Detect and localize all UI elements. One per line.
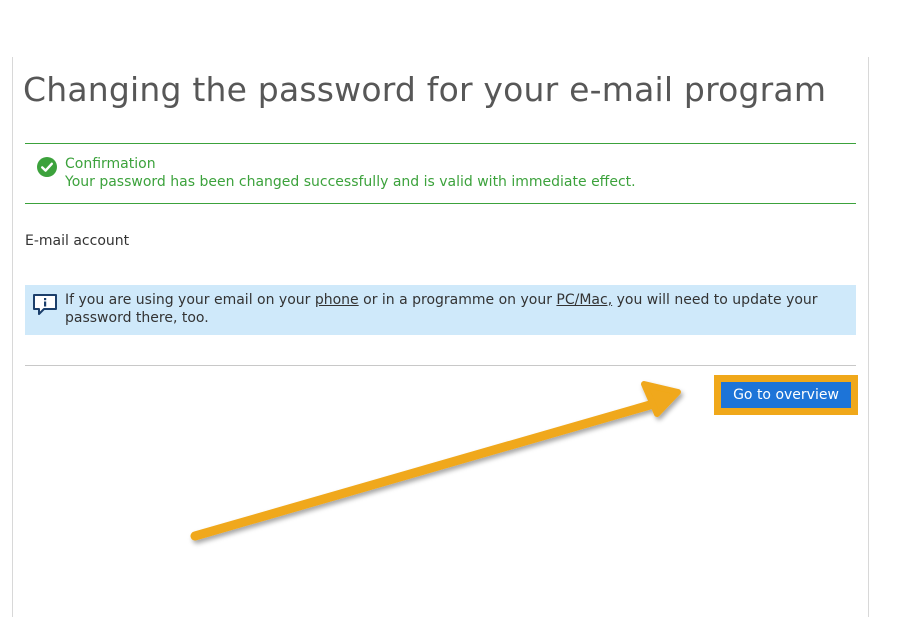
confirmation-title: Confirmation (65, 156, 156, 172)
info-text-middle: or in a programme on your (358, 292, 557, 308)
info-text-before: If you are using your email on your (65, 292, 315, 308)
confirmation-message: Confirmation Your password has been chan… (25, 143, 856, 204)
divider (25, 365, 856, 366)
button-highlight-frame: Go to overview (714, 375, 858, 415)
page-title: Changing the password for your e-mail pr… (23, 70, 827, 109)
phone-link[interactable]: phone (315, 292, 359, 308)
content-panel (12, 57, 869, 617)
info-speech-bubble-icon (33, 294, 57, 315)
pc-mac-link[interactable]: PC/Mac, (556, 292, 612, 308)
go-to-overview-button[interactable]: Go to overview (721, 382, 851, 408)
info-text: If you are using your email on your phon… (65, 291, 845, 327)
email-account-label: E-mail account (25, 233, 130, 249)
confirmation-text: Your password has been changed successfu… (65, 174, 636, 190)
info-notice: If you are using your email on your phon… (25, 285, 856, 335)
check-circle-icon (37, 157, 57, 177)
